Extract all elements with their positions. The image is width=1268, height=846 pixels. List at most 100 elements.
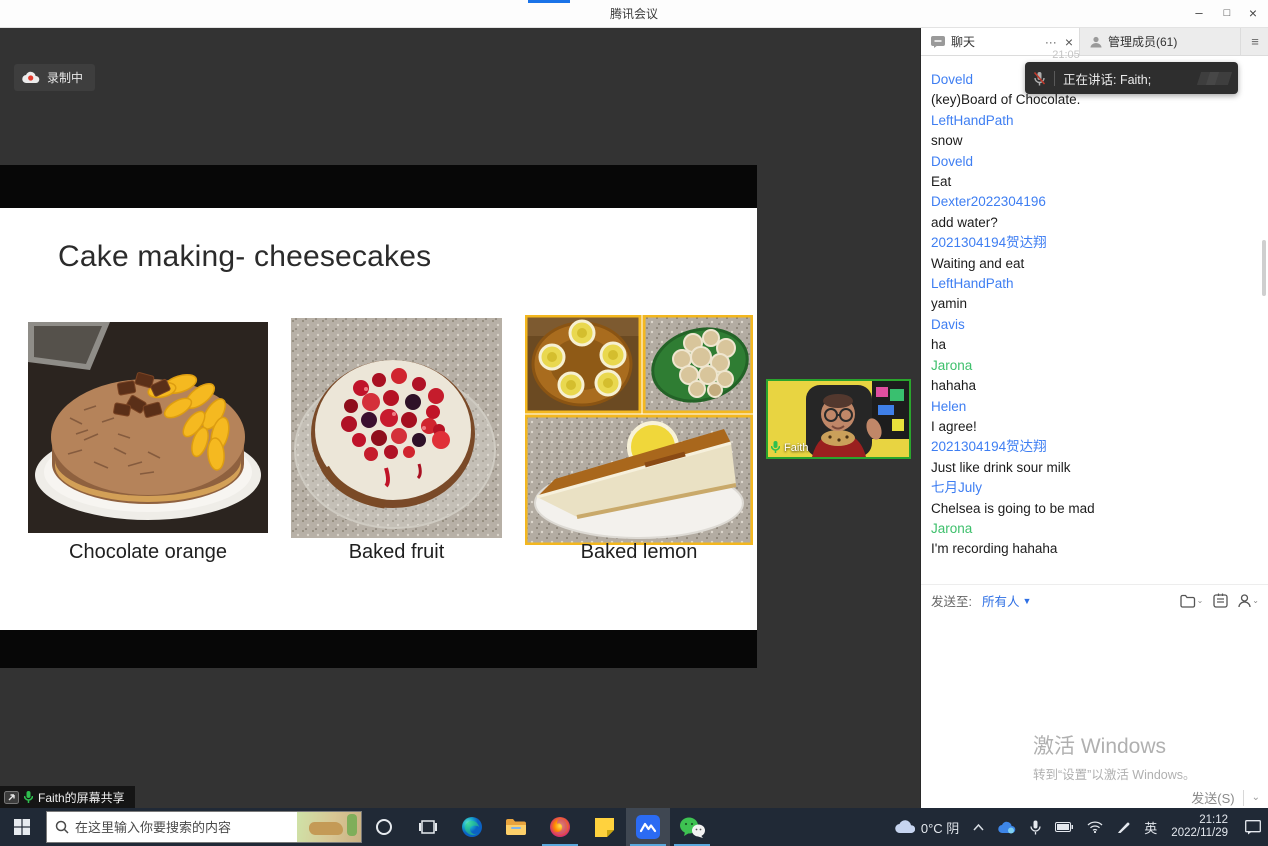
- chat-message-list: Doveld(key)Board of Chocolate.LeftHandPa…: [931, 70, 1254, 560]
- folder-icon: [1180, 594, 1196, 608]
- send-to-select[interactable]: 所有人 ▼: [982, 591, 1031, 610]
- thumbnail-name: Faith: [784, 442, 808, 454]
- tab-chat-label: 聊天: [951, 33, 975, 50]
- watermark-title: 激活 Windows: [1033, 730, 1196, 760]
- chat-username[interactable]: 2021304194贺达翔: [931, 437, 1254, 457]
- tencent-meeting-icon: [636, 815, 660, 839]
- recording-indicator[interactable]: 录制中: [14, 64, 95, 91]
- letterbox-bottom: [0, 630, 757, 668]
- cortana-icon: [375, 818, 393, 836]
- chat-message-text: snow: [931, 131, 1254, 151]
- mic-muted-icon: [1033, 71, 1046, 86]
- taskbar-clock[interactable]: 21:12 2022/11/29: [1164, 808, 1238, 846]
- tencent-meeting-window: 腾讯会议 – □ × 录制中 Cake making- cheesecakes: [0, 0, 1268, 846]
- chat-username[interactable]: Jarona: [931, 519, 1254, 539]
- recording-cloud-icon: [22, 71, 40, 84]
- sticky-notes-icon: [595, 818, 614, 837]
- action-center-icon: [1245, 820, 1261, 835]
- chat-username[interactable]: Jarona: [931, 356, 1254, 376]
- baked-fruit-photo: [291, 318, 502, 538]
- chat-close-button[interactable]: ×: [1065, 34, 1073, 50]
- edge-taskbar-icon[interactable]: [450, 808, 494, 846]
- window-title: 腾讯会议: [0, 0, 1268, 28]
- panel-menu-button[interactable]: ≡: [1241, 28, 1268, 55]
- chat-announcement-button[interactable]: [1213, 593, 1228, 608]
- person-icon: [1238, 594, 1251, 608]
- chat-scrollbar[interactable]: [1262, 240, 1266, 296]
- weather-widget[interactable]: 0°C 阴: [888, 808, 966, 846]
- chat-username[interactable]: 七月July: [931, 478, 1254, 498]
- mic-on-icon: [771, 441, 780, 454]
- chat-message-text: Eat: [931, 172, 1254, 192]
- search-input[interactable]: [69, 819, 297, 836]
- input-language-indicator[interactable]: 英: [1137, 808, 1164, 846]
- letterbox-top: [0, 165, 757, 208]
- video-thumbnail-faith[interactable]: Faith: [766, 379, 911, 459]
- chat-username[interactable]: LeftHandPath: [931, 111, 1254, 131]
- cloud-sync-tray-icon[interactable]: [991, 808, 1023, 846]
- task-view-icon: [419, 819, 437, 835]
- microphone-tray-icon[interactable]: [1023, 808, 1048, 846]
- chat-username[interactable]: LeftHandPath: [931, 274, 1254, 294]
- chat-panel: 聊天 ··· × 管理成员(61) ≡ 21:05 Doveld(key)Boa: [920, 28, 1268, 808]
- chat-username[interactable]: Doveld: [931, 152, 1254, 172]
- sticky-notes-taskbar-icon[interactable]: [582, 808, 626, 846]
- cake-label-baked-lemon: Baked lemon: [525, 541, 753, 564]
- taskbar-search[interactable]: [46, 811, 362, 843]
- chat-file-button[interactable]: ⌄: [1180, 594, 1204, 608]
- cortana-button[interactable]: [362, 808, 406, 846]
- search-daily-image: [297, 812, 361, 842]
- send-to-value: 所有人: [982, 591, 1020, 610]
- weather-cloud-icon: [895, 820, 915, 834]
- chat-message-text: Waiting and eat: [931, 254, 1254, 274]
- pen-icon[interactable]: [1110, 808, 1137, 846]
- taskbar: 0°C 阴: [0, 808, 1268, 846]
- wechat-taskbar-icon[interactable]: [670, 808, 714, 846]
- wifi-glyph-icon: [1087, 821, 1103, 833]
- weather-text: 0°C 阴: [921, 818, 959, 837]
- chat-message-text: yamin: [931, 294, 1254, 314]
- members-icon: [1090, 36, 1102, 48]
- tencent-meeting-taskbar-icon[interactable]: [626, 808, 670, 846]
- send-button[interactable]: 发送(S): [1191, 788, 1234, 807]
- chat-member-picker-button[interactable]: ⌄: [1238, 594, 1259, 608]
- recording-label: 录制中: [47, 69, 83, 86]
- announcement-icon: [1213, 593, 1228, 608]
- activate-windows-watermark: 激活 Windows 转到“设置”以激活 Windows。: [1033, 730, 1196, 783]
- maximize-button[interactable]: □: [1214, 0, 1240, 28]
- chat-more-button[interactable]: ···: [1045, 35, 1057, 49]
- send-to-caret-icon: ▼: [1023, 596, 1032, 606]
- chat-timestamp: 21:05: [921, 49, 1211, 61]
- minimize-button[interactable]: –: [1186, 0, 1212, 28]
- chat-username[interactable]: 2021304194贺达翔: [931, 233, 1254, 253]
- microphone-icon: [1030, 820, 1041, 835]
- chat-message-text: Chelsea is going to be mad: [931, 499, 1254, 519]
- cloud-icon: [998, 821, 1016, 834]
- start-button[interactable]: [0, 808, 44, 846]
- file-explorer-taskbar-icon[interactable]: [494, 808, 538, 846]
- wifi-icon[interactable]: [1080, 808, 1110, 846]
- firefox-taskbar-icon[interactable]: [538, 808, 582, 846]
- chat-message-text: hahaha: [931, 376, 1254, 396]
- tray-expand-chevron[interactable]: [966, 808, 991, 846]
- chat-message-text: I'm recording hahaha: [931, 539, 1254, 559]
- speaking-toast-text: 正在讲话: Faith;: [1063, 69, 1151, 88]
- action-center-button[interactable]: [1238, 808, 1268, 846]
- presenter-mic-icon: [24, 791, 33, 804]
- person-caret-icon: ⌄: [1252, 596, 1259, 605]
- chevron-up-icon: [973, 824, 984, 831]
- battery-icon[interactable]: [1048, 808, 1080, 846]
- chat-message-text: ha: [931, 335, 1254, 355]
- chat-username[interactable]: Dexter2022304196: [931, 192, 1254, 212]
- presenter-banner-text: Faith的屏幕共享: [38, 789, 125, 806]
- send-to-label: 发送至:: [931, 591, 972, 610]
- close-button[interactable]: ×: [1240, 0, 1266, 28]
- task-view-button[interactable]: [406, 808, 450, 846]
- file-explorer-icon: [505, 818, 527, 836]
- chat-username[interactable]: Davis: [931, 315, 1254, 335]
- cake-label-baked-fruit: Baked fruit: [291, 541, 502, 564]
- chocolate-orange-photo: [28, 322, 268, 533]
- chat-username[interactable]: Helen: [931, 397, 1254, 417]
- chat-message-text: Just like drink sour milk: [931, 458, 1254, 478]
- send-options-chevron-icon[interactable]: ⌄: [1252, 792, 1260, 803]
